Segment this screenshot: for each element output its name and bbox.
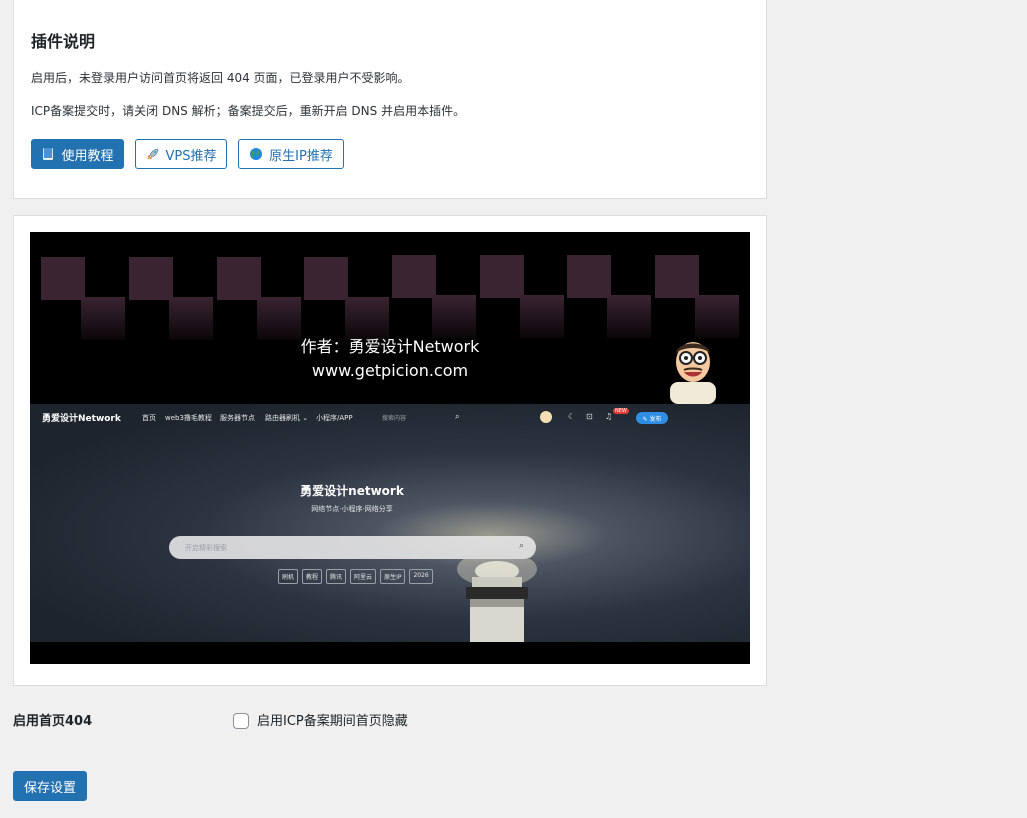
site-tag: 腾讯 bbox=[326, 569, 347, 584]
rocket-icon bbox=[147, 148, 158, 160]
notification-badge: NEW bbox=[613, 408, 629, 414]
site-logo: 勇爱设计Network bbox=[42, 414, 121, 424]
vps-button-label: VPS推荐 bbox=[165, 148, 217, 164]
site-hero-search: 开启精彩搜索 ⌕ bbox=[169, 536, 536, 559]
icp-hide-checkbox[interactable] bbox=[233, 713, 249, 729]
banner-footer bbox=[30, 642, 750, 664]
site-tag: 原生IP bbox=[380, 569, 406, 584]
site-tag: 2026 bbox=[409, 569, 433, 584]
banner-header: 作者：勇爱设计Network www.getpicion.com bbox=[30, 232, 750, 404]
banner-author: 作者：勇爱设计Network bbox=[300, 337, 480, 356]
book-icon bbox=[43, 148, 54, 160]
plugin-info-title: 插件说明 bbox=[31, 32, 96, 51]
globe-icon bbox=[250, 148, 263, 160]
site-tag-list: 刷机 教程 腾讯 阿里云 原生IP 2026 bbox=[278, 569, 433, 584]
setting-label-404: 启用首页404 bbox=[13, 714, 93, 729]
site-hero-title: 勇爱设计network bbox=[300, 484, 404, 498]
lighthouse-icon bbox=[457, 559, 537, 642]
site-hero-search-placeholder: 开启精彩搜索 bbox=[185, 544, 227, 552]
plugin-info-card: 插件说明 启用后，未登录用户访问首页将返回 404 页面，已登录用户不受影响。 … bbox=[13, 0, 767, 199]
site-post-button: ✎ 发布 bbox=[636, 412, 668, 424]
cartoon-avatar-icon bbox=[670, 342, 716, 404]
site-nav-bar: 勇爱设计Network 首页 web3撸毛教程 服务器节点 路由器刷机 ⌄ 小程… bbox=[30, 404, 750, 432]
banner-url: www.getpicion.com bbox=[311, 361, 469, 380]
site-tag: 教程 bbox=[302, 569, 323, 584]
save-settings-button[interactable]: 保存设置 bbox=[13, 771, 87, 801]
native-ip-button[interactable]: 原生IP推荐 bbox=[238, 139, 344, 169]
site-nav-item: 小程序/APP bbox=[316, 414, 353, 422]
site-tag: 刷机 bbox=[278, 569, 299, 584]
native-ip-button-label: 原生IP推荐 bbox=[269, 148, 333, 164]
website-screenshot: 勇爱设计Network 首页 web3撸毛教程 服务器节点 路由器刷机 ⌄ 小程… bbox=[30, 404, 750, 642]
bell-icon: ♫ bbox=[605, 412, 613, 421]
tutorial-button-label: 使用教程 bbox=[61, 148, 114, 164]
avatar bbox=[540, 411, 552, 423]
site-search-placeholder: 搜索内容 bbox=[382, 415, 407, 422]
moon-icon: ☾ bbox=[568, 412, 576, 421]
search-icon: ⌕ bbox=[518, 541, 524, 551]
site-nav-item: web3撸毛教程 bbox=[165, 414, 212, 422]
site-tag: 阿里云 bbox=[350, 569, 377, 584]
preview-image-card: 作者：勇爱设计Network www.getpicion.com 勇爱设计Net… bbox=[13, 215, 767, 686]
plugin-info-line-2: ICP备案提交时，请关闭 DNS 解析；备案提交后，重新开启 DNS 并启用本插… bbox=[31, 104, 466, 118]
tutorial-button[interactable]: 使用教程 bbox=[31, 139, 124, 169]
site-nav-item: 服务器节点 bbox=[220, 414, 255, 422]
plugin-preview-image: 作者：勇爱设计Network www.getpicion.com 勇爱设计Net… bbox=[30, 232, 750, 664]
plugin-info-line-1: 启用后，未登录用户访问首页将返回 404 页面，已登录用户不受影响。 bbox=[31, 71, 410, 85]
search-icon: ⌕ bbox=[455, 412, 460, 421]
vps-button[interactable]: VPS推荐 bbox=[135, 139, 227, 169]
icp-hide-checkbox-label[interactable]: 启用ICP备案期间首页隐藏 bbox=[257, 714, 408, 730]
site-nav-item: 路由器刷机 ⌄ bbox=[265, 414, 309, 422]
site-nav-item: 首页 bbox=[142, 414, 156, 422]
site-hero-subtitle: 网络节点·小程序·网络分享 bbox=[311, 505, 393, 513]
cart-icon: ⊡ bbox=[586, 412, 593, 421]
